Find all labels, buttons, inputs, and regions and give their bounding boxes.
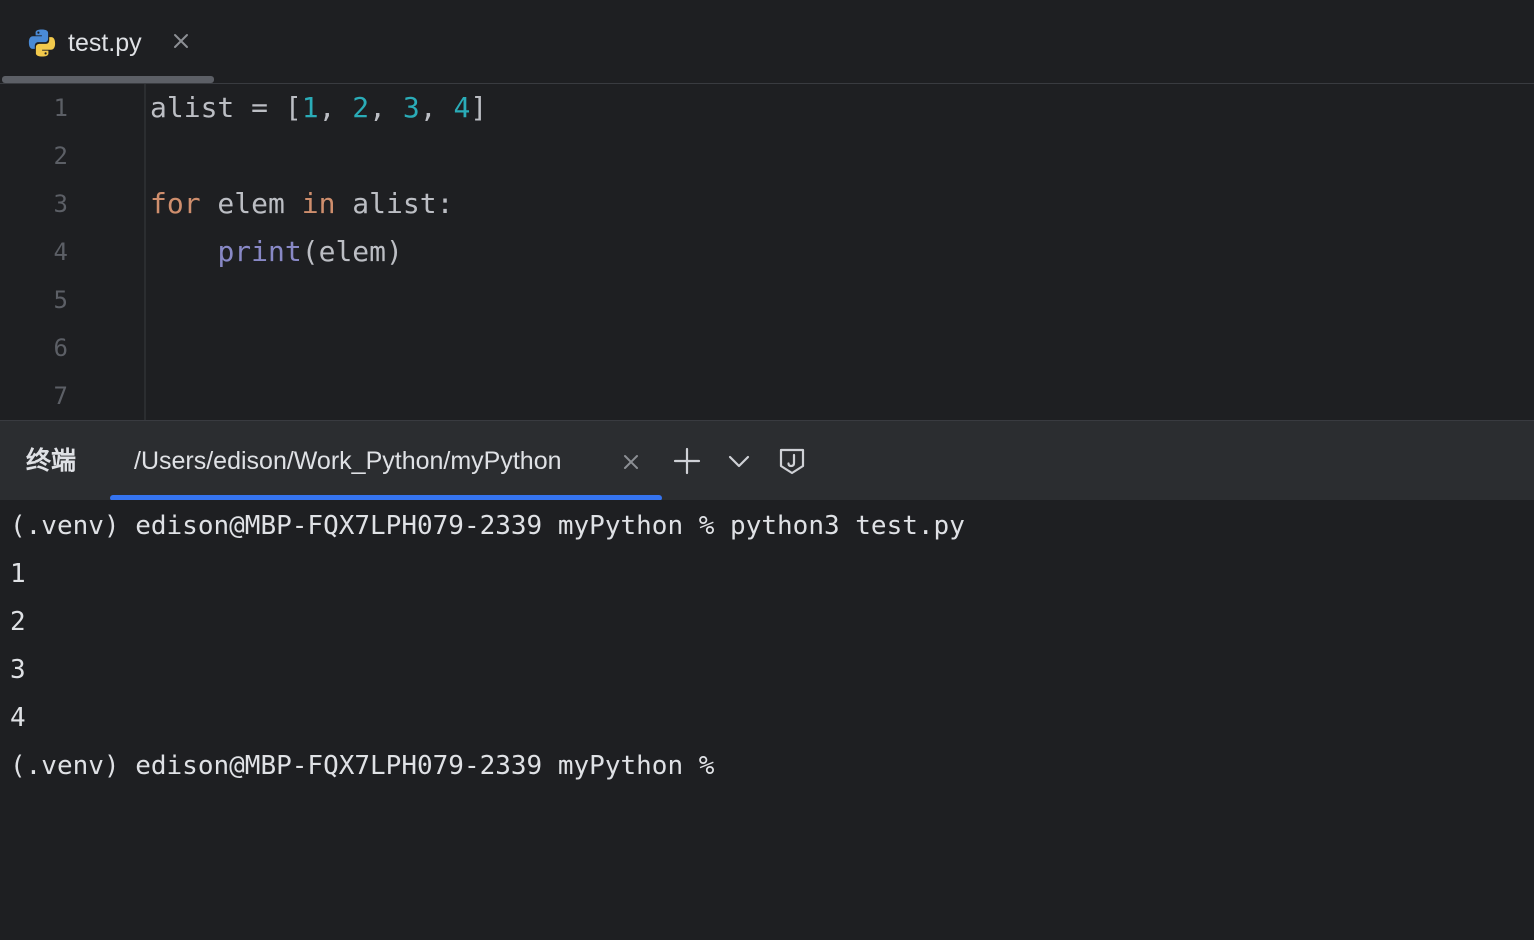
line-number: 4 (53, 238, 68, 266)
code-builtin: print (217, 235, 302, 268)
line-number: 3 (53, 190, 68, 218)
code-text: (elem) (301, 235, 403, 268)
terminal-tab-label: /Users/edison/Work_Python/myPython (134, 447, 562, 475)
code-keyword: for (150, 187, 201, 220)
code-number: 2 (352, 91, 370, 124)
line-number: 7 (53, 382, 68, 410)
line-number: 6 (53, 334, 68, 362)
line-number: 5 (53, 286, 68, 314)
terminal-session-tab[interactable]: /Users/edison/Work_Python/myPython (110, 421, 662, 501)
close-icon[interactable] (620, 451, 642, 473)
code-text: alist = [ (150, 91, 302, 124)
line-number: 2 (53, 142, 68, 170)
code-line-3: for elem in alist: (150, 180, 453, 228)
terminal-line: 2 (10, 607, 26, 637)
line-number: 1 (53, 94, 68, 122)
ide-window: test.py 1 2 3 4 5 6 7 alist = [1, 2, 3, … (0, 0, 1534, 940)
chevron-down-icon[interactable] (723, 445, 755, 477)
code-text: ] (470, 91, 488, 124)
code-number: 4 (453, 91, 471, 124)
code-text: , (419, 91, 454, 124)
code-text: , (369, 91, 403, 124)
code-line-4: print(elem) (150, 228, 403, 276)
code-keyword: in (301, 187, 336, 220)
terminal-title: 终端 (26, 447, 77, 475)
code-text: , (318, 91, 353, 124)
code-text: elem (200, 187, 302, 220)
terminal-output[interactable]: (.venv) edison@MBP-FQX7LPH079-2339 myPyt… (0, 500, 1534, 940)
terminal-line: (.venv) edison@MBP-FQX7LPH079-2339 myPyt… (10, 511, 965, 541)
code-editor[interactable]: 1 2 3 4 5 6 7 alist = [1, 2, 3, 4] for e… (0, 84, 1534, 420)
editor-tab-test-py[interactable]: test.py (0, 0, 214, 84)
terminal-line: 4 (10, 703, 26, 733)
code-number: 3 (402, 91, 420, 124)
terminal-line: 3 (10, 655, 26, 685)
terminal-prompt[interactable]: (.venv) edison@MBP-FQX7LPH079-2339 myPyt… (10, 742, 714, 790)
code-line-1: alist = [1, 2, 3, 4] (150, 84, 487, 132)
code-text: alist: (335, 187, 454, 220)
terminal-line: 1 (10, 559, 26, 589)
editor-tab-label: test.py (68, 29, 142, 57)
gutter-divider (144, 84, 146, 420)
terminal-tool-bar: 终端 /Users/edison/Work_Python/myPython (0, 420, 1534, 501)
shield-icon[interactable] (776, 445, 808, 477)
close-icon[interactable] (169, 29, 193, 53)
active-tab-indicator (2, 76, 214, 83)
python-icon (28, 29, 56, 57)
code-number: 1 (301, 91, 319, 124)
editor-tab-bar: test.py (0, 0, 1534, 84)
plus-icon[interactable] (671, 445, 703, 477)
